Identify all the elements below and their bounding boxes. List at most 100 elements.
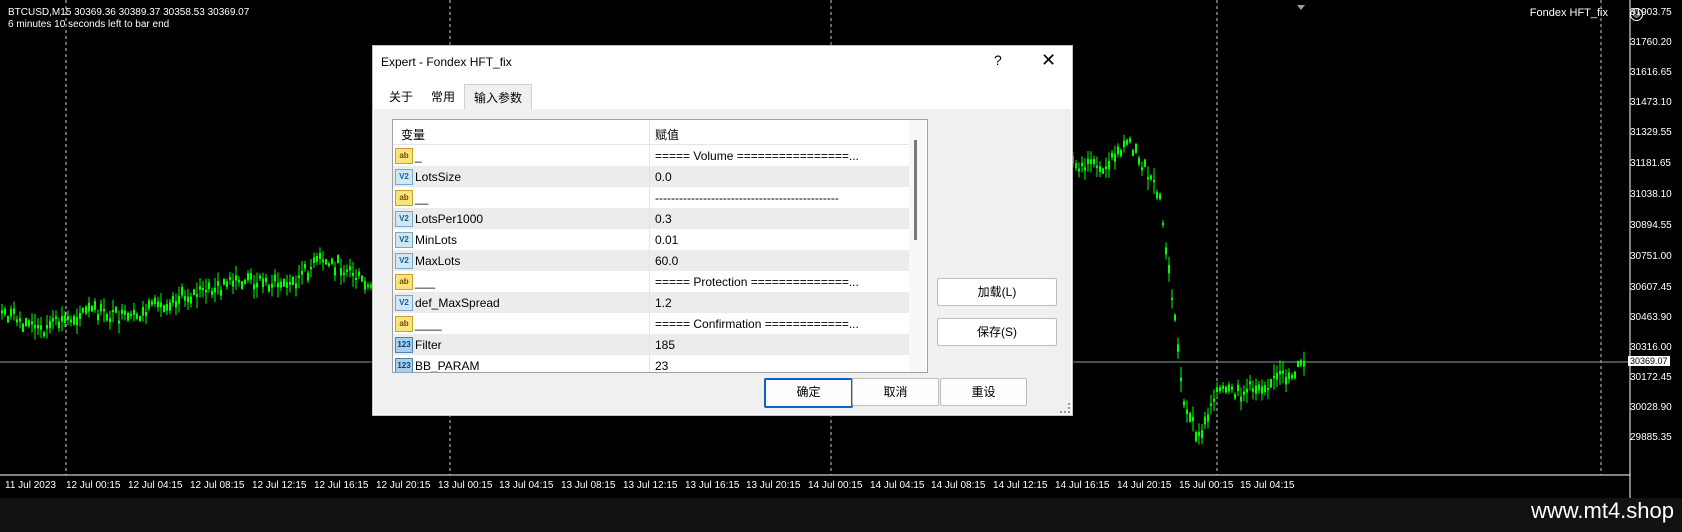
param-value[interactable]: ===== Volume ================...	[655, 149, 905, 163]
integer-type-icon: 123	[395, 358, 413, 372]
bar-countdown: 6 minutes 10 seconds left to bar end	[8, 19, 170, 30]
time-axis-label: 15 Jul 00:15	[1179, 480, 1234, 491]
param-value[interactable]: 23	[655, 359, 905, 372]
param-row[interactable]: 123 BB_PARAM 23	[393, 355, 909, 373]
time-axis-label: 12 Jul 04:15	[128, 480, 183, 491]
cell-divider	[649, 145, 650, 166]
grid-header: 变量 赋值	[393, 120, 909, 145]
watermark: www.mt4.shop	[1530, 498, 1674, 523]
time-axis-label: 14 Jul 12:15	[993, 480, 1048, 491]
symbol-quote-line: BTCUSD,M15 30369.36 30389.37 30358.53 30…	[8, 7, 250, 18]
double-type-icon: V2	[395, 232, 413, 248]
param-name: _	[415, 149, 422, 163]
column-divider[interactable]	[649, 120, 650, 144]
close-icon[interactable]: ✕	[1041, 50, 1056, 71]
ok-button[interactable]: 确定	[764, 378, 853, 408]
param-row[interactable]: ab ____ ===== Confirmation ============...	[393, 313, 909, 334]
param-value[interactable]: ----------------------------------------…	[655, 191, 905, 205]
cell-divider	[649, 166, 650, 187]
price-axis-label: 31473.10	[1630, 97, 1672, 108]
cancel-button[interactable]: 取消	[852, 378, 939, 406]
time-axis-label: 14 Jul 16:15	[1055, 480, 1110, 491]
string-type-icon: ab	[395, 316, 413, 332]
param-row[interactable]: V2 LotsSize 0.0	[393, 166, 909, 187]
price-axis-label: 31760.20	[1630, 37, 1672, 48]
time-axis-label: 13 Jul 20:15	[746, 480, 801, 491]
time-axis-label: 13 Jul 16:15	[685, 480, 740, 491]
cell-divider	[649, 208, 650, 229]
param-row[interactable]: ab _ ===== Volume ================...	[393, 145, 909, 166]
resize-grip-icon[interactable]	[1060, 403, 1070, 413]
load-button[interactable]: 加载(L)	[937, 278, 1057, 306]
param-row[interactable]: V2 MaxLots 60.0	[393, 250, 909, 271]
time-axis-label: 12 Jul 00:15	[66, 480, 121, 491]
cell-divider	[649, 271, 650, 292]
param-name: MinLots	[415, 233, 458, 247]
time-axis-label: 14 Jul 04:15	[870, 480, 925, 491]
price-axis-label: 30607.45	[1630, 282, 1672, 293]
dialog-title: Expert - Fondex HFT_fix	[381, 55, 512, 69]
cell-divider	[649, 334, 650, 355]
double-type-icon: V2	[395, 211, 413, 227]
param-value[interactable]: ===== Confirmation ============...	[655, 317, 905, 331]
save-button[interactable]: 保存(S)	[937, 318, 1057, 346]
param-row[interactable]: 123 Filter 185	[393, 334, 909, 355]
param-name: ___	[415, 275, 436, 289]
reset-button[interactable]: 重设	[940, 378, 1027, 406]
price-axis-label: 30751.00	[1630, 251, 1672, 262]
dialog-tabs: 关于 常用 输入参数	[380, 84, 533, 109]
string-type-icon: ab	[395, 190, 413, 206]
column-value[interactable]: 赋值	[655, 126, 679, 143]
string-type-icon: ab	[395, 148, 413, 164]
price-axis-label: 31329.55	[1630, 127, 1672, 138]
string-type-icon: ab	[395, 274, 413, 290]
param-value[interactable]: ===== Protection ==============...	[655, 275, 905, 289]
cell-divider	[649, 229, 650, 250]
param-value[interactable]: 185	[655, 338, 905, 352]
cell-divider	[649, 313, 650, 334]
double-type-icon: V2	[395, 169, 413, 185]
price-axis-label: 30894.55	[1630, 220, 1672, 231]
param-name: BB_PARAM	[415, 359, 480, 373]
time-axis-label: 15 Jul 04:15	[1240, 480, 1295, 491]
param-name: Filter	[415, 338, 442, 352]
integer-type-icon: 123	[395, 337, 413, 353]
param-value[interactable]: 0.0	[655, 170, 905, 184]
param-row[interactable]: ab __ ------------------------------------…	[393, 187, 909, 208]
param-row[interactable]: V2 LotsPer1000 0.3	[393, 208, 909, 229]
time-axis-label: 14 Jul 20:15	[1117, 480, 1172, 491]
param-value[interactable]: 1.2	[655, 296, 905, 310]
price-axis-label: 31903.75	[1630, 7, 1672, 18]
time-axis-label: 13 Jul 00:15	[438, 480, 493, 491]
param-value[interactable]: 60.0	[655, 254, 905, 268]
time-axis-label: 13 Jul 12:15	[623, 480, 678, 491]
cell-divider	[649, 250, 650, 271]
param-row[interactable]: V2 def_MaxSpread 1.2	[393, 292, 909, 313]
tab-common[interactable]: 常用	[422, 84, 464, 108]
current-price-tag: 30369.07	[1628, 356, 1670, 366]
param-name: def_MaxSpread	[415, 296, 500, 310]
param-row[interactable]: V2 MinLots 0.01	[393, 229, 909, 250]
tab-inputs[interactable]: 输入参数	[464, 84, 533, 109]
grid-scrollbar[interactable]	[909, 120, 926, 372]
time-axis-label: 11 Jul 2023	[5, 480, 56, 491]
bottom-bar	[0, 498, 1682, 532]
param-value[interactable]: 0.01	[655, 233, 905, 247]
price-axis-label: 31616.65	[1630, 67, 1672, 78]
time-axis-label: 12 Jul 20:15	[376, 480, 431, 491]
double-type-icon: V2	[395, 253, 413, 269]
param-value[interactable]: 0.3	[655, 212, 905, 226]
price-axis-label: 31181.65	[1630, 158, 1671, 169]
column-variable[interactable]: 变量	[401, 126, 425, 143]
help-icon[interactable]: ?	[994, 52, 1002, 68]
param-row[interactable]: ab ___ ===== Protection ==============...	[393, 271, 909, 292]
time-axis-label: 12 Jul 08:15	[190, 480, 245, 491]
scroll-thumb[interactable]	[914, 140, 917, 240]
price-axis-label: 30172.45	[1630, 372, 1672, 383]
time-axis-label: 14 Jul 00:15	[808, 480, 863, 491]
cell-divider	[649, 355, 650, 372]
param-name: LotsSize	[415, 170, 462, 184]
cell-divider	[649, 187, 650, 208]
tab-about[interactable]: 关于	[380, 84, 422, 108]
ea-label: Fondex HFT_fix	[1529, 7, 1608, 19]
